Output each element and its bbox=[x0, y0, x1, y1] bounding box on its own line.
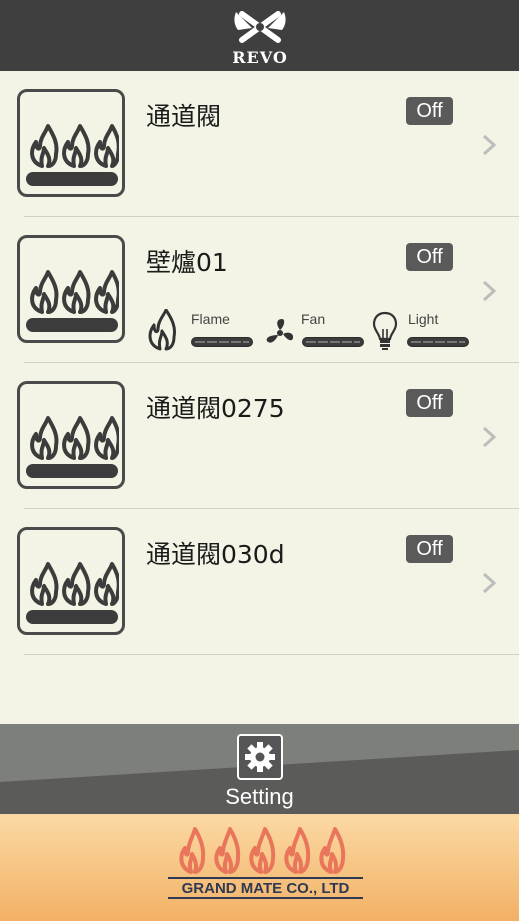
fireplace-icon bbox=[26, 416, 119, 478]
logo-text: REVO bbox=[232, 48, 288, 67]
status-badge[interactable]: Off bbox=[406, 535, 453, 563]
revo-emblem-icon bbox=[234, 11, 286, 43]
device-name: 通道閥 bbox=[146, 102, 222, 131]
fireplace-icon bbox=[26, 562, 119, 624]
status-badge[interactable]: Off bbox=[406, 97, 453, 125]
light-level-bar[interactable] bbox=[407, 337, 469, 347]
chevron-right-icon[interactable] bbox=[480, 134, 498, 156]
status-badge[interactable]: Off bbox=[406, 389, 453, 417]
brand-footer: GRAND MATE CO., LTD bbox=[0, 814, 519, 921]
setting-label[interactable]: Setting bbox=[0, 784, 519, 810]
chevron-right-icon[interactable] bbox=[480, 280, 498, 302]
chevron-right-icon[interactable] bbox=[480, 572, 498, 594]
flame-label: Flame bbox=[191, 311, 230, 327]
status-badge[interactable]: Off bbox=[406, 243, 453, 271]
device-name: 通道閥030d bbox=[146, 540, 285, 569]
revo-logo: REVO bbox=[222, 8, 298, 67]
fireplace-thumbnail bbox=[17, 89, 125, 197]
fan-label: Fan bbox=[301, 311, 326, 327]
fireplace-icon bbox=[26, 124, 119, 186]
device-name: 壁爐01 bbox=[146, 248, 228, 277]
device-row[interactable]: 通道閥030d Off bbox=[0, 509, 519, 655]
fireplace-thumbnail bbox=[17, 527, 125, 635]
chevron-right-icon[interactable] bbox=[480, 426, 498, 448]
device-name: 通道閥0275 bbox=[146, 394, 285, 423]
light-bulb-icon bbox=[372, 311, 398, 350]
bottom-toolbar: Setting bbox=[0, 724, 519, 814]
flame-level-bar[interactable] bbox=[191, 337, 253, 347]
gear-icon bbox=[245, 742, 275, 772]
device-row[interactable]: 通道閥0275 Off bbox=[0, 363, 519, 509]
light-label: Light bbox=[408, 311, 439, 327]
flames-logo-icon bbox=[179, 827, 346, 874]
row-divider bbox=[24, 654, 519, 655]
fireplace-icon bbox=[26, 270, 119, 332]
fan-icon bbox=[266, 319, 294, 343]
device-row[interactable]: 通道閥 Off bbox=[0, 71, 519, 217]
company-name: GRAND MATE CO., LTD bbox=[168, 877, 363, 899]
fireplace-thumbnail bbox=[17, 235, 125, 343]
fireplace-thumbnail bbox=[17, 381, 125, 489]
setting-button[interactable] bbox=[237, 734, 283, 780]
app-header: REVO bbox=[0, 0, 519, 71]
device-row[interactable]: 壁爐01 Off Flame Fan Light bbox=[0, 217, 519, 363]
flame-icon bbox=[148, 309, 176, 351]
device-controls: Flame Fan Light bbox=[146, 307, 476, 353]
fan-level-bar[interactable] bbox=[302, 337, 364, 347]
